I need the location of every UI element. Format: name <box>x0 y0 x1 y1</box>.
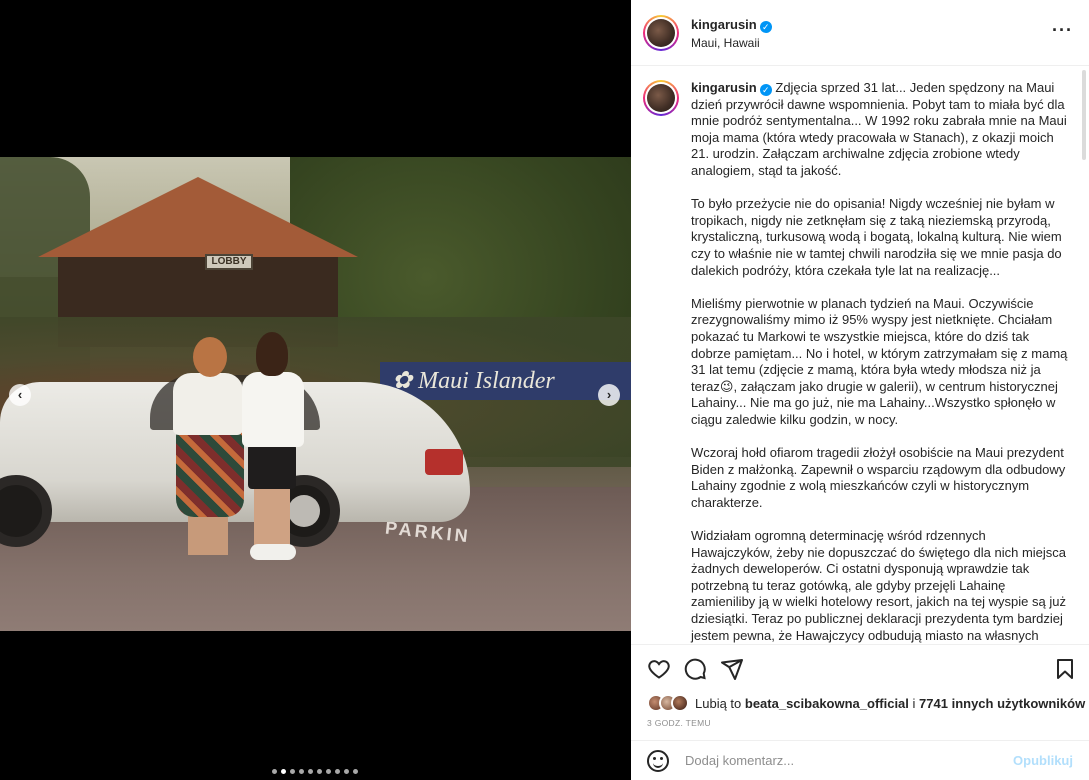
more-icon[interactable]: ··· <box>1052 20 1073 41</box>
verified-icon: ✓ <box>759 20 772 33</box>
comment-bar: Opublikuj <box>631 740 1089 780</box>
likes-middle: i <box>912 695 916 711</box>
publish-button[interactable]: Opublikuj <box>1013 753 1073 768</box>
post-photo[interactable]: LOBBY ✿ Maui Islander PARKIN <box>0 157 631 631</box>
photo-person-daughter <box>238 332 308 572</box>
caption-paragraph: Mieliśmy pierwotnie w planach tydzień na… <box>691 295 1068 427</box>
photo-hotel-sign: ✿ Maui Islander <box>380 362 631 400</box>
verified-icon: ✓ <box>759 84 772 96</box>
carousel-dot <box>299 769 304 774</box>
author-avatar[interactable] <box>643 14 679 51</box>
carousel-prev-button[interactable]: ‹ <box>9 384 31 406</box>
caption-author-avatar[interactable] <box>643 80 679 116</box>
carousel-dot <box>317 769 322 774</box>
comment-input[interactable] <box>685 753 1014 768</box>
likes-prefix: Lubią to <box>695 695 742 711</box>
post-location[interactable]: Maui, Hawaii <box>691 36 772 50</box>
heart-icon[interactable] <box>647 657 671 686</box>
action-bar <box>631 644 1089 690</box>
caption-scrollbar[interactable] <box>1082 70 1086 160</box>
caption-area: kingarusin ✓ Zdjęcia sprzed 31 lat... Jed… <box>631 66 1089 644</box>
carousel-dots <box>272 769 358 775</box>
post-caption: kingarusin ✓ Zdjęcia sprzed 31 lat... Jed… <box>691 80 1071 644</box>
caption-paragraph: Wczoraj hołd ofiarom tragedii złożył oso… <box>691 445 1066 510</box>
photo-lobby-sign: LOBBY <box>205 254 253 270</box>
likes-count-link[interactable]: 7741 innych użytkowników <box>919 696 1085 711</box>
bookmark-icon[interactable] <box>1053 657 1077 686</box>
photo-person-mother <box>168 337 248 557</box>
carousel-dot <box>344 769 349 774</box>
post-media: LOBBY ✿ Maui Islander PARKIN ‹ › <box>0 0 631 780</box>
likes-summary: Lubią to beata_scibakowna_official i 774… <box>647 694 1085 712</box>
carousel-dot <box>353 769 358 774</box>
author-username[interactable]: kingarusin <box>691 17 757 32</box>
photo-car-taillight <box>425 449 463 475</box>
caption-paragraph: To było przeżycie nie do opisania! Nigdy… <box>691 196 1062 278</box>
emoji-icon[interactable] <box>647 749 669 772</box>
carousel-dot <box>272 769 277 774</box>
carousel-dot <box>290 769 295 774</box>
photo-roof <box>38 177 358 257</box>
carousel-dot <box>335 769 340 774</box>
likes-user-link[interactable]: beata_scibakowna_official <box>745 696 909 711</box>
caption-author-username[interactable]: kingarusin <box>691 80 757 95</box>
carousel-dot <box>281 769 286 774</box>
post-sidebar: kingarusin ✓ Maui, Hawaii ··· kingarusin ✓… <box>631 0 1089 780</box>
comment-icon[interactable] <box>683 657 707 686</box>
post-time-ago[interactable]: 3 GODZ. TEMU <box>647 718 711 728</box>
share-icon[interactable] <box>720 657 744 686</box>
post-header: kingarusin ✓ Maui, Hawaii ··· <box>631 0 1089 66</box>
carousel-next-button[interactable]: › <box>598 384 620 406</box>
caption-paragraph: Widziałam ogromną determinację wśród rdz… <box>691 528 1067 643</box>
liker-avatar[interactable] <box>671 694 689 712</box>
carousel-dot <box>326 769 331 774</box>
carousel-dot <box>308 769 313 774</box>
